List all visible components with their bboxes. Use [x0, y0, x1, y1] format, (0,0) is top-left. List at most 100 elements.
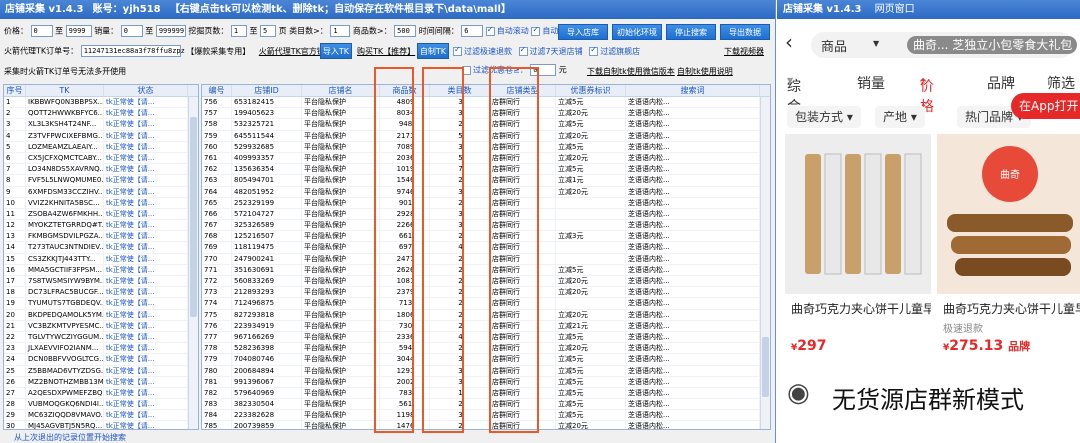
self-help-link[interactable]: 自制tk使用说明	[677, 66, 733, 77]
filter-refund-checkbox[interactable]	[453, 45, 462, 56]
table-row[interactable]: 775 827293818 平台隐私保护 1806 2 店群同行 立减20元 芝语语内松...	[202, 309, 770, 321]
table-row[interactable]: 10 VVIZ2KHNITA5BSC... tk正常使【请...	[4, 197, 198, 209]
buy-tk-link[interactable]: 购买TK【推荐】	[357, 46, 415, 57]
table-row[interactable]: 782 579640969 平台隐私保护 783 1 店群同行 立减5元 芝语语内松...	[202, 387, 770, 400]
store-scrollbar[interactable]	[760, 97, 770, 429]
table-row[interactable]: 780 200684894 平台隐私保护 1291 3 店群同行 立减5元 芝语语内松...	[202, 365, 770, 377]
tk-order-input[interactable]: 11247131ec88a3f78ffu8zpz	[80, 45, 185, 57]
download-version-link[interactable]: 下载自制tk使用微信版本	[587, 66, 675, 77]
export-button[interactable]: 导出数据	[720, 24, 770, 40]
table-row[interactable]: 28 VUBMOQGKQ6NDI4I... tk正常使【请...	[4, 399, 198, 411]
table-row[interactable]: 30 MJ45AGVBTJ5N5RQ... tk正常使【请...	[4, 421, 198, 429]
stop-search-button[interactable]: 停止搜索	[666, 24, 716, 40]
self-tk-button[interactable]: 自制TK	[417, 43, 449, 59]
table-row[interactable]: 9 6XMFDSM33CCZIHV... tk正常使【请...	[4, 186, 198, 198]
table-row[interactable]: 5 LOZMEAMZLAEAIY... tk正常使【请...	[4, 141, 198, 153]
table-row[interactable]: 776 223934919 平台隐私保护 730 2 店群同行 立减21元 芝语语内松...	[202, 320, 770, 332]
auto-scroll-checkbox[interactable]	[485, 25, 495, 36]
table-row[interactable]: 762 135636354 平台隐私保护 1019 7 店群同行 立减5元 芝语语内松...	[202, 164, 770, 176]
table-row[interactable]: 779 704080746 平台隐私保护 3044 3 店群同行 立减5元 芝语语内松...	[202, 354, 770, 366]
tab-sales[interactable]: 销量	[857, 73, 885, 93]
table-row[interactable]: 11 ZSOBA4ZW6FMKHH... tk正常使【请...	[4, 208, 198, 221]
table-row[interactable]: 2 QOTT2HWWKBFYC6... tk正常使【请...	[4, 108, 198, 120]
table-row[interactable]: 766 572104727 平台隐私保护 2928 3 店群同行 芝语语内松...	[202, 208, 770, 221]
table-row[interactable]: 14 T273TAUC3NTNDIEV... tk正常使【请...	[4, 242, 198, 254]
table-row[interactable]: 772 560833269 平台隐私保护 1081 2 店群同行 立减20元 芝语语内松...	[202, 276, 770, 288]
pages-min-input[interactable]: 1	[230, 25, 247, 37]
interval-input[interactable]: 6	[461, 25, 484, 37]
col-coupon[interactable]: 优惠券标识	[556, 85, 626, 96]
table-row[interactable]: 760 529932685 平台隐私保护 7089 3 店群同行 立减5元 芝语语内松...	[202, 141, 770, 153]
table-row[interactable]: 781 991396067 平台隐私保护 2002 3 店群同行 立减5元 芝语语内松...	[202, 376, 770, 388]
table-row[interactable]: 778 528236398 平台隐私保护 594 2 店群同行 立减20元 芝语语内松...	[202, 343, 770, 355]
table-row[interactable]: 6 CX5JCFXQMCTCABY... tk正常使【请...	[4, 152, 198, 165]
table-row[interactable]: 8 FVF5L5LNWQMUME0... tk正常使【请...	[4, 175, 198, 187]
table-row[interactable]: 12 MYOKZTETGRRDQ#T... tk正常使【请...	[4, 220, 198, 232]
table-row[interactable]: 25 Z5BBMAD6VTYZDSG... tk正常使【请...	[4, 365, 198, 377]
open-app-button[interactable]: 在App打开	[1011, 93, 1080, 119]
table-row[interactable]: 757 199405623 平台隐私保护 8034 3 店群同行 立减20元 芝语语内松...	[202, 108, 770, 120]
table-row[interactable]: 21 VC3BZKMTVPYESMC... tk正常使【请...	[4, 320, 198, 332]
tab-brand[interactable]: 品牌	[987, 73, 1015, 93]
search-category[interactable]: 商品	[821, 36, 847, 55]
table-row[interactable]: 7 LO34N8DS5XAVRNQ... tk正常使【请...	[4, 164, 198, 176]
table-row[interactable]: 771 351630691 平台隐私保护 2626 2 店群同行 立减5元 芝语语内松...	[202, 264, 770, 276]
category-input[interactable]: 1	[330, 25, 351, 37]
table-row[interactable]: 13 FKMBGMSDVILPGZA... tk正常使【请...	[4, 231, 198, 243]
col-id[interactable]: 编号	[202, 85, 232, 96]
table-row[interactable]: 767 325326589 平台隐私保护 2266 3 店群同行 芝语语内松...	[202, 220, 770, 232]
table-row[interactable]: 16 MMA5GCTIIF3FPSM... tk正常使【请...	[4, 264, 198, 276]
download-link[interactable]: 下载视频器	[724, 46, 764, 57]
resume-link[interactable]: 从上次退出的记录位置开始搜索	[14, 432, 126, 443]
sales-min-input[interactable]: 0	[120, 25, 143, 37]
table-row[interactable]: 15 CS3ZKKJTJ443TTY... tk正常使【请...	[4, 253, 198, 265]
auto-save-checkbox[interactable]	[531, 25, 541, 36]
filter-flagship-checkbox[interactable]	[589, 45, 599, 56]
table-row[interactable]: 765 252329199 平台隐私保护 901 2 店群同行 芝语语内松...	[202, 197, 770, 209]
init-env-button[interactable]: 初始化环境	[612, 24, 662, 40]
col-store-name[interactable]: 店铺名	[302, 85, 380, 96]
table-row[interactable]: 27 A2QESDXPWMEFZBQ... tk正常使【请...	[4, 387, 198, 400]
search-query-chip[interactable]: 曲奇... 芝独立小包零食大礼包	[907, 36, 1077, 54]
table-row[interactable]: 24 DCN0BBFVVOGLTCG... tk正常使【请...	[4, 354, 198, 366]
back-icon[interactable]: ‹	[785, 30, 793, 54]
filter-origin[interactable]: 产地 ▾	[875, 106, 925, 128]
table-row[interactable]: 784 223382628 平台隐私保护 1198 3 店群同行 立减5元 芝语语内松...	[202, 410, 770, 422]
table-row[interactable]: 770 247900241 平台隐私保护 2477 2 店群同行 芝语语内松...	[202, 253, 770, 265]
product-card[interactable]: 曲奇 曲奇巧克力夹心饼干儿童早 极速退款 ¥275.13 品牌	[937, 134, 1080, 374]
table-row[interactable]: 17 7S8TWSMSIYW9BYM... tk正常使【请...	[4, 276, 198, 288]
table-row[interactable]: 777 967166269 平台隐私保护 2336 4 店群同行 立减5元 芝语语内松...	[202, 331, 770, 344]
product-card[interactable]: 曲奇巧克力夹心饼干儿童早 ¥297	[785, 134, 931, 374]
col-tk[interactable]: TK	[26, 85, 104, 96]
table-row[interactable]: 785 200739859 平台隐私保护 1476 2 店群同行 立减20元 芝语语内松...	[202, 421, 770, 429]
pages-max-input[interactable]: 5	[260, 25, 277, 37]
import-store-button[interactable]: 导入店库	[558, 24, 608, 40]
col-store-id[interactable]: 店铺ID	[232, 85, 302, 96]
tk-scrollbar[interactable]	[188, 97, 198, 429]
col-index[interactable]: 序号	[4, 85, 26, 96]
search-box[interactable]: 商品 ▼ 曲奇... 芝独立小包零食大礼包	[811, 32, 1077, 58]
table-row[interactable]: 761 409993357 平台隐私保护 2036 5 店群同行 立减20元 芝语语内松...	[202, 152, 770, 165]
filter-packaging[interactable]: 包装方式 ▾	[787, 106, 861, 128]
table-row[interactable]: 764 482051952 平台隐私保护 9746 3 店群同行 立减20元 芝语语内松...	[202, 186, 770, 198]
table-row[interactable]: 773 212893293 平台隐私保护 2379 2 店群同行 立减20元 芝语语内松...	[202, 287, 770, 299]
col-status[interactable]: 状态	[104, 85, 188, 96]
table-row[interactable]: 26 MZ2BNOTHZMBB13M... tk正常使【请...	[4, 376, 198, 388]
table-row[interactable]: 756 653182415 平台隐私保护 4809 3 店群同行 立减5元 芝语语内松...	[202, 97, 770, 109]
import-tk-button[interactable]: 导入TK	[320, 43, 352, 59]
table-row[interactable]: 758 532325721 平台隐私保护 948 2 店群同行 立减5元 芝语语内松...	[202, 119, 770, 131]
price-min-input[interactable]: 0	[30, 25, 53, 37]
table-row[interactable]: 783 382330504 平台隐私保护 561 2 店群同行 立减5元 芝语语内松...	[202, 399, 770, 411]
filter-7day-checkbox[interactable]	[518, 45, 528, 56]
table-row[interactable]: 23 JLXAEVVIFO2IANM... tk正常使【请...	[4, 343, 198, 355]
table-row[interactable]: 769 118119475 平台隐私保护 697 4 店群同行 芝语语内松...	[202, 242, 770, 254]
price-max-input[interactable]: 9999	[65, 25, 92, 37]
table-row[interactable]: 759 645511544 平台隐私保护 2171 5 店群同行 立减20元 芝语语内松...	[202, 130, 770, 142]
table-row[interactable]: 3 XL3L3KSH4T24NF... tk正常使【请...	[4, 119, 198, 131]
table-row[interactable]: 768 125216507 平台隐私保护 661 2 店群同行 立减3元 芝语语内松...	[202, 231, 770, 243]
tab-filter[interactable]: 筛选	[1047, 73, 1075, 93]
table-row[interactable]: 18 DC73LFRAC5BUCGF... tk正常使【请...	[4, 287, 198, 299]
items-input[interactable]: 500	[394, 25, 417, 37]
table-row[interactable]: 29 MC63ZIQQD8VMAVO... tk正常使【请...	[4, 410, 198, 422]
table-row[interactable]: 774 712496875 平台隐私保护 713 2 店群同行 芝语语内松...	[202, 298, 770, 310]
